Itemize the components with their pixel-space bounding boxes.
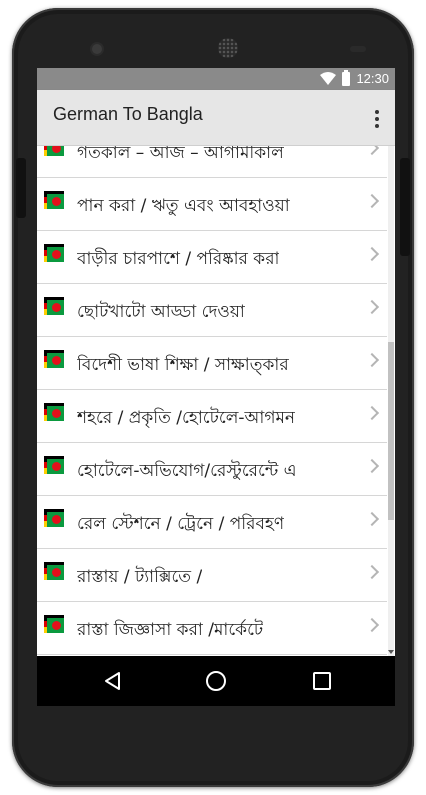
chevron-right-icon	[364, 299, 380, 315]
chevron-right-icon	[364, 458, 380, 474]
status-bar: 12:30	[37, 68, 395, 90]
status-icons: 12:30	[320, 69, 389, 86]
german-bangladesh-flag-icon	[44, 509, 64, 527]
list-item-label: রাস্তায় / ট্যাক্সিতে /	[77, 567, 203, 587]
proximity-sensor	[350, 46, 366, 52]
list-item[interactable]: শহরে / প্রকৃতি /হোটেলে-আগমন	[37, 390, 387, 443]
list-item[interactable]: রাস্তা জিজ্ঞাসা করা /মার্কেটে	[37, 602, 387, 655]
list-item-label: হোটেলে-অভিযোগ/রেস্টুরেন্টে এ	[77, 461, 297, 481]
side-button-left	[16, 158, 26, 218]
list-item[interactable]: পান করা / ঋতু এবং আবহাওয়া	[37, 178, 387, 231]
german-bangladesh-flag-icon	[44, 456, 64, 474]
side-button-right	[400, 158, 410, 256]
german-bangladesh-flag-icon	[44, 562, 64, 580]
topic-list-items: গতকাল – আজ – আগামীকাল পান করা / ঋতু এবং আ…	[37, 146, 387, 655]
chevron-right-icon	[364, 564, 380, 580]
german-bangladesh-flag-icon	[44, 146, 64, 156]
home-circle-icon[interactable]	[206, 671, 226, 691]
list-item-label: গতকাল – আজ – আগামীকাল	[77, 146, 284, 163]
scroll-down-arrow-icon[interactable]	[388, 650, 394, 654]
scrollbar-thumb[interactable]	[388, 342, 394, 520]
german-bangladesh-flag-icon	[44, 297, 64, 315]
list-item[interactable]: রেল স্টেশনে / ট্রেনে / পরিবহণ	[37, 496, 387, 549]
back-triangle-icon[interactable]	[103, 671, 123, 691]
german-bangladesh-flag-icon	[44, 350, 64, 368]
front-camera	[92, 44, 102, 54]
list-item[interactable]: গতকাল – আজ – আগামীকাল	[37, 146, 387, 178]
wifi-icon	[320, 71, 337, 85]
scrollbar[interactable]	[388, 146, 394, 656]
app-title: German To Bangla	[53, 104, 203, 124]
overflow-menu-icon[interactable]	[371, 108, 383, 130]
german-bangladesh-flag-icon	[44, 615, 64, 633]
topic-list[interactable]: গতকাল – আজ – আগামীকাল পান করা / ঋতু এবং আ…	[37, 146, 395, 656]
german-bangladesh-flag-icon	[44, 191, 64, 209]
battery-icon	[342, 69, 351, 86]
list-item-label: পান করা / ঋতু এবং আবহাওয়া	[77, 196, 290, 216]
screen: 12:30 German To Bangla গতকাল – আজ – আগাম…	[37, 68, 395, 706]
app-bar: German To Bangla	[37, 90, 395, 146]
chevron-right-icon	[364, 617, 380, 633]
list-item-label: রেল স্টেশনে / ট্রেনে / পরিবহণ	[77, 514, 285, 534]
navigation-bar	[37, 656, 395, 706]
chevron-right-icon	[364, 193, 380, 209]
list-item[interactable]: বিদেশী ভাষা শিক্ষা / সাক্ষাত্কার	[37, 337, 387, 390]
list-item[interactable]: বাড়ীর চারপাশে / পরিষ্কার করা	[37, 231, 387, 284]
list-item-label: শহরে / প্রকৃতি /হোটেলে-আগমন	[77, 408, 296, 428]
list-item[interactable]: রাস্তায় / ট্যাক্সিতে /	[37, 549, 387, 602]
list-item[interactable]: হোটেলে-অভিযোগ/রেস্টুরেন্টে এ	[37, 443, 387, 496]
chevron-right-icon	[364, 405, 380, 421]
recents-square-icon[interactable]	[313, 672, 331, 690]
german-bangladesh-flag-icon	[44, 403, 64, 421]
list-item-label: রাস্তা জিজ্ঞাসা করা /মার্কেটে	[77, 620, 264, 640]
list-item[interactable]: ছোটখাটো আড্ডা দেওয়া	[37, 284, 387, 337]
chevron-right-icon	[364, 352, 380, 368]
chevron-right-icon	[364, 511, 380, 527]
earpiece-speaker	[218, 38, 238, 58]
list-item-label: ছোটখাটো আড্ডা দেওয়া	[77, 302, 245, 322]
list-item-label: বিদেশী ভাষা শিক্ষা / সাক্ষাত্কার	[77, 355, 289, 375]
chevron-right-icon	[364, 146, 380, 156]
chevron-right-icon	[364, 246, 380, 262]
list-item-label: বাড়ীর চারপাশে / পরিষ্কার করা	[77, 249, 280, 269]
german-bangladesh-flag-icon	[44, 244, 64, 262]
status-time: 12:30	[356, 71, 389, 86]
